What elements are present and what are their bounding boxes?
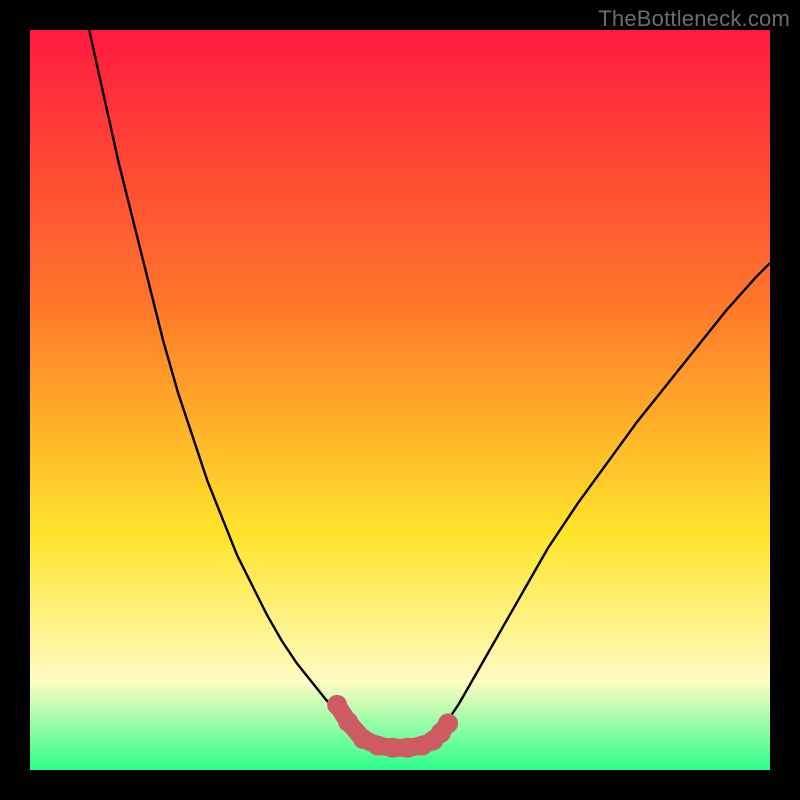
- plateau-marker: [327, 695, 347, 715]
- gradient-background: [30, 30, 770, 770]
- plateau-marker: [338, 712, 358, 732]
- bottleneck-chart: [30, 30, 770, 770]
- chart-frame: TheBottleneck.com: [0, 0, 800, 800]
- plot-area: [30, 30, 770, 770]
- watermark-text: TheBottleneck.com: [598, 6, 790, 32]
- plateau-marker: [438, 713, 458, 733]
